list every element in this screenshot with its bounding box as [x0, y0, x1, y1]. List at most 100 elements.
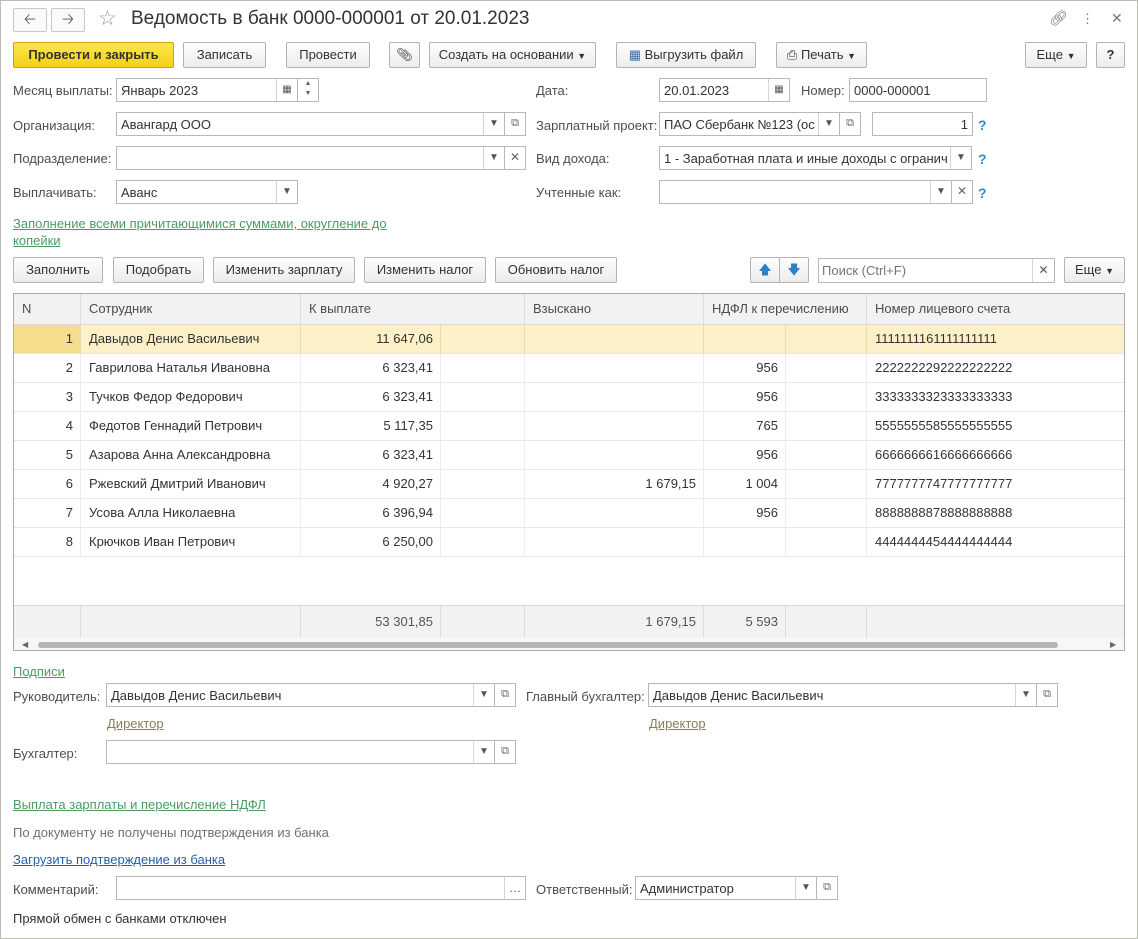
- open-chief-accountant-button[interactable]: ⧉: [1036, 683, 1058, 707]
- clear-search-icon[interactable]: ✕: [1032, 259, 1054, 282]
- calendar-icon[interactable]: ▦: [768, 79, 789, 101]
- header-employee[interactable]: Сотрудник: [81, 294, 301, 325]
- dropdown-arrow-icon[interactable]: ▼: [1015, 684, 1036, 706]
- chief-accountant-field[interactable]: Давыдов Денис Васильевич ▼: [648, 683, 1037, 707]
- change-salary-button[interactable]: Изменить зарплату: [213, 257, 355, 283]
- cell-to-pay[interactable]: 6 323,41: [301, 354, 441, 383]
- table-row[interactable]: 7 Усова Алла Николаевна 6 396,94 956 8888888…: [14, 499, 1124, 528]
- open-accountant-button[interactable]: ⧉: [494, 740, 516, 764]
- cell-account[interactable]: 7777777747777777777: [867, 470, 1124, 499]
- back-button[interactable]: 🡠: [13, 8, 47, 32]
- dropdown-arrow-icon[interactable]: ▼: [473, 684, 494, 706]
- cell-tax[interactable]: 956: [704, 383, 786, 412]
- table-row[interactable]: 2 Гаврилова Наталья Ивановна 6 323,41 956 22…: [14, 354, 1124, 383]
- more-button[interactable]: Еще ▼: [1025, 42, 1087, 68]
- help-icon[interactable]: ?: [978, 185, 987, 201]
- create-based-on-button[interactable]: Создать на основании ▼: [429, 42, 596, 68]
- dropdown-arrow-icon[interactable]: ▼: [276, 181, 297, 203]
- cell-account[interactable]: 2222222292222222222: [867, 354, 1124, 383]
- open-responsible-button[interactable]: ⧉: [816, 876, 838, 900]
- cell-account[interactable]: 3333333323333333333: [867, 383, 1124, 412]
- cell-employee[interactable]: Крючков Иван Петрович: [81, 528, 301, 557]
- help-icon[interactable]: ?: [978, 151, 987, 167]
- signatures-link[interactable]: Подписи: [13, 664, 65, 679]
- dropdown-arrow-icon[interactable]: ▼: [795, 877, 816, 899]
- move-down-button[interactable]: 🡇: [779, 257, 809, 283]
- dropdown-arrow-icon[interactable]: ▼: [930, 181, 951, 203]
- open-head-button[interactable]: ⧉: [494, 683, 516, 707]
- number-field[interactable]: 0000-000001: [849, 78, 987, 102]
- dropdown-arrow-icon[interactable]: ▼: [818, 113, 839, 135]
- ellipsis-icon[interactable]: …: [504, 877, 525, 899]
- department-field[interactable]: ▼: [116, 146, 505, 170]
- open-organization-button[interactable]: ⧉: [504, 112, 526, 136]
- open-salary-project-button[interactable]: ⧉: [839, 112, 861, 136]
- cell-withheld[interactable]: [525, 383, 704, 412]
- cell-to-pay[interactable]: 6 250,00: [301, 528, 441, 557]
- cell-n[interactable]: 7: [14, 499, 81, 528]
- cell-n[interactable]: 6: [14, 470, 81, 499]
- attach-button[interactable]: 📎︎: [389, 42, 420, 68]
- scrollbar-thumb[interactable]: [38, 642, 1058, 648]
- fill-mode-link[interactable]: Заполнение всеми причитающимися суммами,…: [13, 216, 387, 231]
- horizontal-scrollbar[interactable]: ◀ ▶: [14, 638, 1124, 650]
- cell-account[interactable]: 5555555585555555555: [867, 412, 1124, 441]
- table-row[interactable]: 1 Давыдов Денис Васильевич 11 647,06 111111…: [14, 325, 1124, 354]
- cell-account[interactable]: 6666666616666666666: [867, 441, 1124, 470]
- clear-counted-as-button[interactable]: ✕: [951, 180, 973, 204]
- comment-field[interactable]: …: [116, 876, 526, 900]
- forward-button[interactable]: 🡢: [51, 8, 85, 32]
- cell-tax[interactable]: 956: [704, 441, 786, 470]
- cell-employee[interactable]: Тучков Федор Федорович: [81, 383, 301, 412]
- cell-to-pay[interactable]: 6 323,41: [301, 441, 441, 470]
- cell-to-pay[interactable]: 6 323,41: [301, 383, 441, 412]
- dropdown-arrow-icon[interactable]: ▼: [473, 741, 494, 763]
- cell-employee[interactable]: Гаврилова Наталья Ивановна: [81, 354, 301, 383]
- load-confirmation-link[interactable]: Загрузить подтверждение из банка: [13, 852, 225, 867]
- cell-withheld[interactable]: [525, 354, 704, 383]
- cell-withheld[interactable]: [525, 325, 704, 354]
- cell-tax[interactable]: 956: [704, 499, 786, 528]
- help-button[interactable]: ?: [1096, 42, 1125, 68]
- cell-withheld[interactable]: [525, 441, 704, 470]
- scroll-left-icon[interactable]: ◀: [22, 638, 28, 650]
- cell-tax[interactable]: [704, 325, 786, 354]
- cell-withheld[interactable]: [525, 528, 704, 557]
- link-icon[interactable]: 🔗︎: [1049, 9, 1068, 27]
- header-withheld[interactable]: Взыскано: [525, 294, 704, 325]
- clear-department-button[interactable]: ✕: [504, 146, 526, 170]
- cell-employee[interactable]: Азарова Анна Александровна: [81, 441, 301, 470]
- cell-employee[interactable]: Усова Алла Николаевна: [81, 499, 301, 528]
- cell-tax[interactable]: 956: [704, 354, 786, 383]
- cell-tax[interactable]: 765: [704, 412, 786, 441]
- header-account[interactable]: Номер лицевого счета: [867, 294, 1124, 325]
- cell-withheld[interactable]: 1 679,15: [525, 470, 704, 499]
- project-count-field[interactable]: 1: [872, 112, 973, 136]
- head-position-link[interactable]: Директор: [107, 716, 164, 731]
- accountant-field[interactable]: ▼: [106, 740, 495, 764]
- select-button[interactable]: Подобрать: [113, 257, 204, 283]
- cell-n[interactable]: 5: [14, 441, 81, 470]
- date-field[interactable]: 20.01.2023 ▦: [659, 78, 790, 102]
- cell-employee[interactable]: Ржевский Дмитрий Иванович: [81, 470, 301, 499]
- employees-table[interactable]: N Сотрудник К выплате Взыскано НДФЛ к пе…: [13, 293, 1125, 651]
- pay-as-field[interactable]: Аванс ▼: [116, 180, 298, 204]
- table-more-button[interactable]: Еще ▼: [1064, 257, 1125, 283]
- cell-account[interactable]: 1111111161111111111: [867, 325, 1124, 354]
- table-row[interactable]: 6 Ржевский Дмитрий Иванович 4 920,27 1 679,…: [14, 470, 1124, 499]
- cell-account[interactable]: 8888888878888888888: [867, 499, 1124, 528]
- cell-withheld[interactable]: [525, 499, 704, 528]
- cell-to-pay[interactable]: 4 920,27: [301, 470, 441, 499]
- income-type-field[interactable]: 1 - Заработная плата и иные доходы с огр…: [659, 146, 972, 170]
- cell-to-pay[interactable]: 6 396,94: [301, 499, 441, 528]
- cell-n[interactable]: 8: [14, 528, 81, 557]
- cell-employee[interactable]: Федотов Геннадий Петрович: [81, 412, 301, 441]
- head-field[interactable]: Давыдов Денис Васильевич ▼: [106, 683, 495, 707]
- dropdown-arrow-icon[interactable]: ▼: [950, 147, 971, 169]
- cell-to-pay[interactable]: 5 117,35: [301, 412, 441, 441]
- favorite-star-icon[interactable]: ☆: [98, 6, 117, 31]
- table-row[interactable]: 3 Тучков Федор Федорович 6 323,41 956 333333…: [14, 383, 1124, 412]
- change-tax-button[interactable]: Изменить налог: [364, 257, 486, 283]
- counted-as-field[interactable]: ▼: [659, 180, 952, 204]
- cell-tax[interactable]: 1 004: [704, 470, 786, 499]
